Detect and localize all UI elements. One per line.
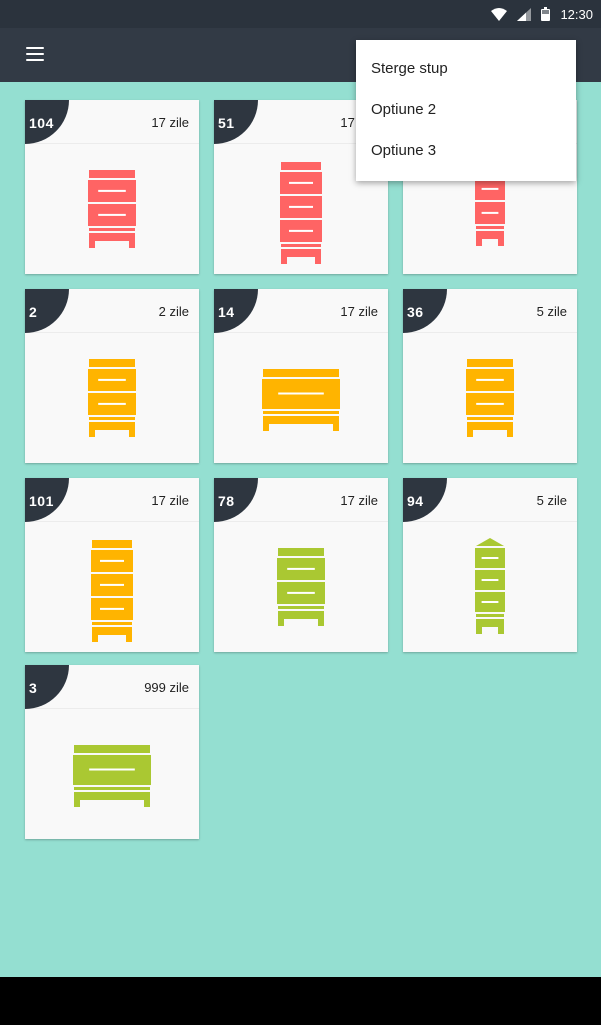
- beehive-icon: [403, 522, 577, 652]
- hive-card[interactable]: 78 17 zile: [214, 478, 388, 652]
- hive-number: 3: [29, 680, 38, 696]
- clock: 12:30: [560, 6, 593, 22]
- hive-number: 78: [218, 493, 235, 509]
- hive-card[interactable]: 36 5 zile: [403, 289, 577, 463]
- hive-days: 17 zile: [340, 304, 378, 319]
- beehive-icon: [25, 522, 199, 652]
- overflow-menu: Sterge stup Optiune 2 Optiune 3: [356, 40, 576, 181]
- hive-card[interactable]: 2 2 zile: [25, 289, 199, 463]
- beehive-icon: [25, 333, 199, 463]
- hive-number-badge: 94: [403, 478, 447, 522]
- menu-item-optiune-2[interactable]: Optiune 2: [356, 89, 576, 130]
- hive-card[interactable]: 14 17 zile: [214, 289, 388, 463]
- menu-item-optiune-3[interactable]: Optiune 3: [356, 130, 576, 171]
- hive-card[interactable]: 101 17 zile: [25, 478, 199, 652]
- hive-number-badge: 2: [25, 289, 69, 333]
- status-icons: 12:30: [491, 0, 593, 28]
- hive-card[interactable]: 94 5 zile: [403, 478, 577, 652]
- hive-number-badge: 78: [214, 478, 258, 522]
- hive-days: 999 zile: [144, 680, 189, 695]
- status-bar: 12:30: [0, 0, 601, 28]
- menu-item-sterge-stup[interactable]: Sterge stup: [356, 48, 576, 89]
- hive-number: 94: [407, 493, 424, 509]
- hive-days: 17 zile: [151, 493, 189, 508]
- hive-number: 14: [218, 304, 235, 320]
- hamburger-menu-icon[interactable]: [22, 44, 52, 66]
- hive-days: 17 zile: [340, 493, 378, 508]
- hive-number-badge: 14: [214, 289, 258, 333]
- hive-card[interactable]: 3 999 zile: [25, 665, 199, 839]
- hive-number-badge: 51: [214, 100, 258, 144]
- hive-number-badge: 101: [25, 478, 69, 522]
- hive-days: 5 zile: [536, 304, 567, 319]
- hive-number-badge: 104: [25, 100, 69, 144]
- battery-icon: [541, 7, 551, 21]
- hive-number: 51: [218, 115, 235, 131]
- signal-icon: [517, 7, 532, 21]
- hive-number-badge: 36: [403, 289, 447, 333]
- hive-number: 101: [29, 493, 54, 509]
- hive-number: 36: [407, 304, 424, 320]
- wifi-icon: [491, 7, 508, 21]
- beehive-icon: [214, 333, 388, 463]
- beehive-icon: [214, 522, 388, 652]
- hive-card[interactable]: 104 17 zile: [25, 100, 199, 274]
- hive-number-badge: 3: [25, 665, 69, 709]
- beehive-icon: [25, 709, 199, 839]
- hive-number: 2: [29, 304, 38, 320]
- hive-days: 5 zile: [536, 493, 567, 508]
- hive-days: 17 zile: [151, 115, 189, 130]
- hive-days: 2 zile: [158, 304, 189, 319]
- system-navigation-bar: [0, 977, 601, 1025]
- beehive-icon: [403, 333, 577, 463]
- beehive-icon: [25, 144, 199, 274]
- hive-number: 104: [29, 115, 54, 131]
